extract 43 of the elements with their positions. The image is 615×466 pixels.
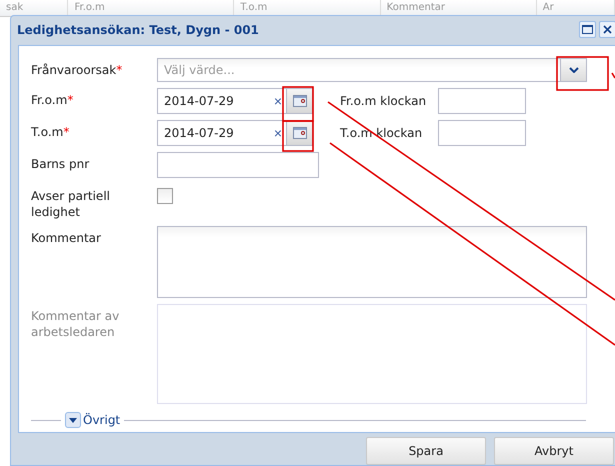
window-title: Ledighetsansökan: Test, Dygn - 001: [17, 22, 260, 36]
highlight-frame: [556, 56, 609, 91]
dialog-button[interactable]: Spara: [366, 437, 486, 465]
column-header: Fr.o.m: [74, 2, 105, 13]
date-field[interactable]: 2014-07-29 ×: [157, 88, 287, 114]
section-label: Övrigt: [83, 413, 120, 427]
field-label: Avser partiell ledighet: [31, 189, 110, 219]
maximize-button[interactable]: [579, 21, 596, 38]
column-header: T.o.m: [240, 2, 268, 13]
calendar-icon: [292, 95, 306, 107]
dropdown-button[interactable]: [560, 59, 586, 81]
calendar-button[interactable]: [287, 88, 313, 114]
annotation-line: [611, 72, 615, 78]
clear-button[interactable]: ×: [274, 93, 282, 109]
field-label: Kommentar: [31, 231, 101, 245]
field-label: Fr.o.m*: [31, 93, 74, 107]
comment-field[interactable]: [157, 226, 587, 298]
column-header: sak: [6, 2, 24, 13]
calendar-icon: [292, 127, 306, 139]
field-label: Frånvaroorsak*: [31, 63, 122, 77]
checkbox[interactable]: [157, 188, 173, 204]
expand-button[interactable]: [65, 412, 81, 428]
field-label: Barns pnr: [31, 157, 90, 171]
time-field[interactable]: [438, 88, 526, 114]
field-label: Fr.o.m klockan: [340, 94, 426, 108]
field-label: T.o.m klockan: [340, 126, 422, 140]
maximize-icon: [582, 25, 593, 34]
column-header: Kommentar: [386, 2, 445, 13]
column-header: Ar: [542, 2, 554, 13]
field-label: Kommentar av arbetsledaren: [31, 309, 120, 339]
date-field[interactable]: 2014-07-29 ×: [157, 120, 287, 146]
field-label: T.o.m*: [31, 125, 70, 139]
close-icon: [603, 25, 612, 34]
clear-button[interactable]: ×: [274, 125, 282, 141]
time-field[interactable]: [438, 120, 526, 146]
highlight-frame: [282, 120, 314, 152]
highlight-frame: [282, 86, 314, 122]
chevron-down-icon: [568, 67, 578, 73]
input-field[interactable]: [157, 152, 319, 178]
dropdown-field[interactable]: Välj värde...: [157, 58, 587, 82]
dialog-button[interactable]: Avbryt: [494, 437, 614, 465]
caret-icon: [69, 418, 77, 422]
close-button[interactable]: [599, 21, 615, 38]
